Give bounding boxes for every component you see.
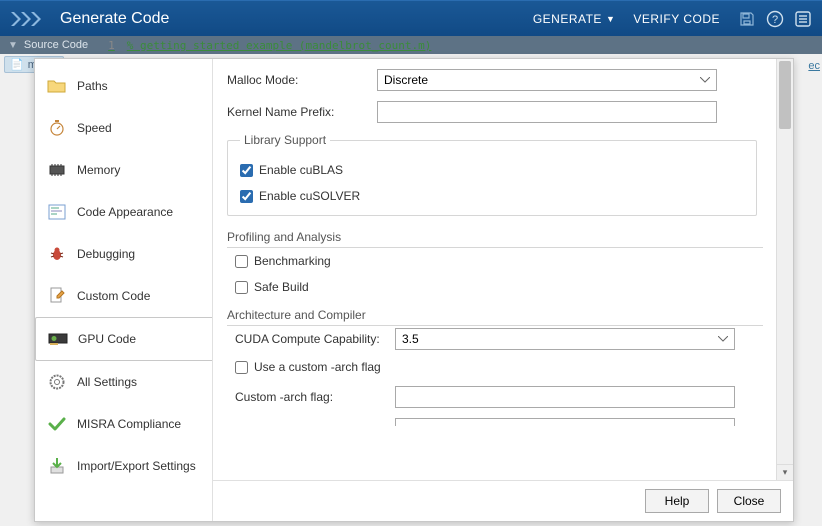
sidebar-item-label: Paths: [77, 79, 108, 93]
content-panel: Malloc Mode: Discrete Kernel Name Prefix…: [213, 59, 793, 521]
use-custom-arch-checkbox[interactable]: [235, 361, 248, 374]
svg-text:?: ?: [772, 14, 778, 26]
library-support-fieldset: Library Support Enable cuBLAS Enable cuS…: [227, 133, 757, 216]
benchmarking-checkbox[interactable]: [235, 255, 248, 268]
kernel-prefix-label: Kernel Name Prefix:: [227, 105, 377, 119]
sidebar-item-label: MISRA Compliance: [77, 417, 181, 431]
document-edit-icon: [47, 287, 67, 305]
gear-icon: [47, 373, 67, 391]
sidebar-item-import-export[interactable]: Import/Export Settings: [35, 445, 212, 487]
safe-build-label: Safe Build: [254, 280, 309, 294]
arch-section-title: Architecture and Compiler: [227, 308, 763, 326]
use-custom-arch-label: Use a custom -arch flag: [254, 360, 381, 374]
sidebar-item-label: Debugging: [77, 247, 135, 261]
sidebar-item-all-settings[interactable]: All Settings: [35, 361, 212, 403]
generate-menu[interactable]: GENERATE▼: [533, 12, 616, 26]
verify-code-menu[interactable]: VERIFY CODE: [633, 12, 720, 26]
save-icon[interactable]: [738, 10, 756, 28]
sidebar: Paths Speed Memory Code Appearance Debug…: [35, 59, 213, 521]
menu-icon[interactable]: [794, 10, 812, 28]
custom-arch-label: Custom -arch flag:: [235, 390, 395, 404]
sidebar-item-label: Memory: [77, 163, 120, 177]
code-line[interactable]: 1% getting started example (mandelbrot_c…: [88, 39, 814, 52]
sidebar-item-paths[interactable]: Paths: [35, 65, 212, 107]
folder-icon: [47, 77, 67, 95]
content-scroll: Malloc Mode: Discrete Kernel Name Prefix…: [213, 59, 793, 480]
sidebar-item-label: Code Appearance: [77, 205, 173, 219]
chevron-down-icon[interactable]: ▼: [8, 40, 18, 51]
scrollbar-down-button[interactable]: ▾: [777, 464, 793, 480]
sidebar-item-custom-code[interactable]: Custom Code: [35, 275, 212, 317]
enable-cusolver-label: Enable cuSOLVER: [259, 189, 360, 203]
main-area: 📄m...✕ ec Paths Speed Memory Code Appear…: [0, 54, 822, 526]
background-right-text[interactable]: ec: [808, 60, 820, 72]
help-icon[interactable]: ?: [766, 10, 784, 28]
sidebar-item-label: Speed: [77, 121, 112, 135]
settings-dialog: Paths Speed Memory Code Appearance Debug…: [34, 58, 794, 522]
malloc-mode-select[interactable]: Discrete: [377, 69, 717, 91]
sidebar-item-debugging[interactable]: Debugging: [35, 233, 212, 275]
checkmark-icon: [47, 415, 67, 433]
gpu-icon: [48, 330, 68, 348]
help-button[interactable]: Help: [645, 489, 709, 513]
sidebar-item-misra[interactable]: MISRA Compliance: [35, 403, 212, 445]
app-logo-icon: [10, 10, 46, 28]
sidebar-item-label: GPU Code: [78, 332, 136, 346]
enable-cusolver-checkbox[interactable]: [240, 190, 253, 203]
breadcrumb-bar: ▼ Source Code 1% getting started example…: [0, 36, 822, 54]
custom-arch-input[interactable]: [395, 386, 735, 408]
sidebar-item-code-appearance[interactable]: Code Appearance: [35, 191, 212, 233]
sidebar-item-memory[interactable]: Memory: [35, 149, 212, 191]
safe-build-checkbox[interactable]: [235, 281, 248, 294]
toolbar-menu: GENERATE▼ VERIFY CODE: [533, 12, 720, 26]
caret-down-icon: ▼: [606, 14, 615, 24]
cuda-cap-label: CUDA Compute Capability:: [235, 332, 395, 346]
enable-cublas-label: Enable cuBLAS: [259, 163, 343, 177]
stopwatch-icon: [47, 119, 67, 137]
import-export-icon: [47, 457, 67, 475]
toolbar-title: Generate Code: [60, 10, 533, 28]
memory-icon: [47, 161, 67, 179]
library-support-legend: Library Support: [240, 133, 330, 147]
cuda-cap-select[interactable]: 3.5: [395, 328, 735, 350]
code-icon: [47, 203, 67, 221]
vertical-scrollbar[interactable]: ▾: [776, 59, 793, 480]
benchmarking-label: Benchmarking: [254, 254, 331, 268]
toolbar-icons: ?: [738, 10, 812, 28]
sidebar-item-label: Custom Code: [77, 289, 150, 303]
top-toolbar: Generate Code GENERATE▼ VERIFY CODE ?: [0, 0, 822, 36]
sidebar-item-label: Import/Export Settings: [77, 459, 196, 473]
close-button[interactable]: Close: [717, 489, 781, 513]
sidebar-item-speed[interactable]: Speed: [35, 107, 212, 149]
sidebar-item-label: All Settings: [77, 375, 137, 389]
custom-arch-input-2[interactable]: [395, 418, 735, 426]
malloc-mode-label: Malloc Mode:: [227, 73, 377, 87]
bug-icon: [47, 245, 67, 263]
breadcrumb-label[interactable]: Source Code: [24, 39, 88, 51]
sidebar-item-gpu-code[interactable]: GPU Code: [35, 317, 213, 361]
kernel-prefix-input[interactable]: [377, 101, 717, 123]
dialog-footer: Help Close: [213, 480, 793, 521]
enable-cublas-checkbox[interactable]: [240, 164, 253, 177]
profiling-section-title: Profiling and Analysis: [227, 230, 763, 248]
scrollbar-thumb[interactable]: [779, 61, 791, 129]
